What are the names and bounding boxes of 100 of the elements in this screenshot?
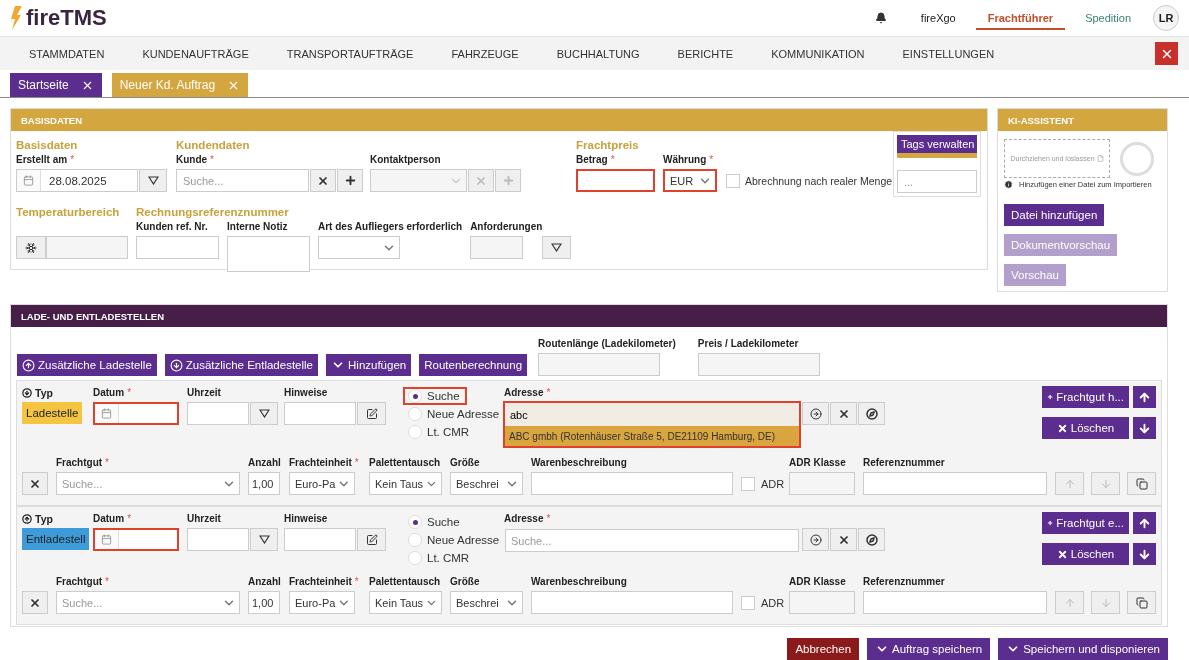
move-down-button[interactable] bbox=[1133, 417, 1156, 439]
dropdown-button[interactable] bbox=[250, 528, 278, 551]
clear-button[interactable] bbox=[310, 169, 336, 192]
locate-button[interactable] bbox=[858, 528, 885, 551]
select-field[interactable]: Kein Taus bbox=[369, 472, 442, 495]
footer-button[interactable]: Auftrag speichern bbox=[867, 638, 991, 660]
menu-item[interactable]: EINSTELLUNGEN bbox=[902, 47, 995, 60]
checkbox[interactable] bbox=[726, 173, 740, 188]
close-button[interactable] bbox=[1155, 42, 1178, 65]
temperature-field[interactable] bbox=[46, 236, 128, 259]
menu-item[interactable]: BUCHHALTUNG bbox=[556, 47, 640, 60]
bell-icon[interactable] bbox=[874, 12, 887, 24]
remove-button[interactable] bbox=[22, 591, 48, 614]
select-field[interactable]: Euro-Pa bbox=[289, 472, 355, 495]
radio-option[interactable]: Lt. CMR bbox=[403, 423, 477, 441]
temperature-button[interactable] bbox=[16, 236, 46, 259]
tags-field[interactable]: ... bbox=[897, 170, 977, 193]
notes-field[interactable] bbox=[284, 402, 356, 425]
footer-button[interactable]: Abbrechen bbox=[787, 638, 860, 660]
clear-button[interactable] bbox=[830, 528, 857, 551]
move-down-button[interactable] bbox=[1133, 543, 1156, 565]
requirements-field[interactable] bbox=[470, 236, 524, 259]
action-button[interactable]: Zusätzliche Ladestelle bbox=[17, 354, 157, 376]
radio-option[interactable]: Neue Adresse bbox=[403, 531, 507, 549]
menu-item[interactable]: KOMMUNIKATION bbox=[771, 47, 865, 60]
route-field[interactable] bbox=[697, 353, 820, 376]
select-field[interactable] bbox=[318, 236, 400, 259]
delete-button[interactable]: Löschen bbox=[1042, 417, 1129, 439]
action-button[interactable]: Datei hinzufügen bbox=[1004, 204, 1105, 226]
suggestion-item[interactable]: ABC gmbh (Rotenhäuser Straße 5, DE21109 Hamburg, DE) bbox=[505, 426, 799, 446]
copy-button[interactable] bbox=[1127, 591, 1156, 614]
close-icon bbox=[1056, 548, 1068, 560]
select-field[interactable]: Beschrei bbox=[450, 472, 523, 495]
menu-item[interactable]: KUNDENAUFTRÄGE bbox=[142, 47, 249, 60]
address-field[interactable]: abc bbox=[505, 403, 799, 426]
radio-option[interactable]: Suche bbox=[403, 513, 467, 531]
field-label: Typ bbox=[35, 513, 53, 525]
amount-field[interactable] bbox=[576, 169, 655, 192]
quantity-field[interactable]: 1,00 bbox=[248, 591, 280, 614]
footer-button[interactable]: Speichern und disponieren bbox=[998, 638, 1168, 660]
select-field[interactable]: Euro-Pa bbox=[289, 591, 355, 614]
top-nav-link[interactable]: Spedition bbox=[1073, 6, 1143, 30]
reference-field[interactable] bbox=[863, 472, 1047, 495]
field-label: Frachteinheit * bbox=[289, 456, 359, 470]
delete-button[interactable]: Löschen bbox=[1042, 543, 1129, 565]
copy-button[interactable] bbox=[1127, 472, 1156, 495]
radio-option[interactable]: Suche bbox=[403, 387, 467, 405]
quantity-field[interactable]: 1,00 bbox=[248, 472, 280, 495]
reference-field[interactable] bbox=[136, 236, 219, 259]
dropdown-button[interactable] bbox=[542, 236, 572, 259]
plus-icon bbox=[501, 174, 515, 187]
radio-option[interactable]: Lt. CMR bbox=[403, 549, 477, 567]
remove-button[interactable] bbox=[22, 472, 48, 495]
menu-item[interactable]: FAHRZEUGE bbox=[451, 47, 519, 60]
dropdown-button[interactable] bbox=[139, 169, 167, 192]
checkbox[interactable] bbox=[741, 595, 755, 610]
locate-button[interactable] bbox=[858, 402, 885, 425]
adr-class-field[interactable] bbox=[789, 472, 855, 495]
date-field[interactable] bbox=[93, 402, 179, 425]
add-button[interactable] bbox=[337, 169, 363, 192]
address-combobox[interactable]: abc ABC gmbh (Rotenhäuser Straße 5, DE21109 Hamburg, DE) bbox=[503, 401, 801, 448]
note-field[interactable] bbox=[227, 236, 310, 272]
action-button[interactable]: Hinzufügen bbox=[326, 354, 412, 376]
search-field[interactable]: Suche... bbox=[176, 169, 309, 192]
notes-field[interactable] bbox=[284, 528, 356, 551]
clear-button[interactable] bbox=[830, 402, 857, 425]
select-field[interactable]: Kein Taus bbox=[369, 591, 442, 614]
select-field[interactable]: Beschrei bbox=[450, 591, 523, 614]
action-button[interactable]: Routenberechnung bbox=[419, 354, 528, 376]
edit-button[interactable] bbox=[357, 528, 386, 551]
description-field[interactable] bbox=[531, 591, 733, 614]
route-field[interactable] bbox=[538, 353, 661, 376]
date-field[interactable]: 28.08.2025 bbox=[16, 169, 138, 192]
top-nav-link[interactable]: fireXgo bbox=[908, 6, 968, 30]
menu-item[interactable]: TRANSPORTAUFTRÄGE bbox=[286, 47, 414, 60]
section-heading: Frachtpreis bbox=[576, 138, 640, 153]
user-avatar[interactable]: LR bbox=[1153, 5, 1179, 31]
menu-item[interactable]: STAMMDATEN bbox=[29, 47, 105, 60]
add-cargo-button[interactable]: Frachtgut h... bbox=[1042, 386, 1129, 408]
dropdown-button[interactable] bbox=[250, 402, 278, 425]
edit-button[interactable] bbox=[357, 402, 386, 425]
go-button[interactable] bbox=[802, 402, 829, 425]
add-cargo-button[interactable]: Frachtgut e... bbox=[1042, 512, 1129, 534]
description-field[interactable] bbox=[531, 472, 733, 495]
checkbox[interactable] bbox=[741, 476, 755, 491]
move-up-button[interactable] bbox=[1133, 386, 1156, 408]
select-field[interactable]: EUR bbox=[663, 169, 717, 192]
adr-class-field[interactable] bbox=[789, 591, 855, 614]
date-field[interactable] bbox=[93, 528, 179, 551]
top-nav-link[interactable]: Frachtführer bbox=[975, 6, 1066, 30]
time-field[interactable] bbox=[187, 402, 249, 425]
go-button[interactable] bbox=[802, 528, 829, 551]
move-up-button[interactable] bbox=[1133, 512, 1156, 534]
address-field[interactable]: Suche... bbox=[505, 529, 799, 552]
reference-field[interactable] bbox=[863, 591, 1047, 614]
action-button[interactable]: Zusätzliche Entladestelle bbox=[164, 354, 318, 376]
time-field[interactable] bbox=[187, 528, 249, 551]
menu-item[interactable]: BERICHTE bbox=[677, 47, 734, 60]
tab[interactable]: Startseite bbox=[10, 73, 102, 97]
manage-tags-button[interactable]: Tags verwalten bbox=[897, 135, 977, 158]
